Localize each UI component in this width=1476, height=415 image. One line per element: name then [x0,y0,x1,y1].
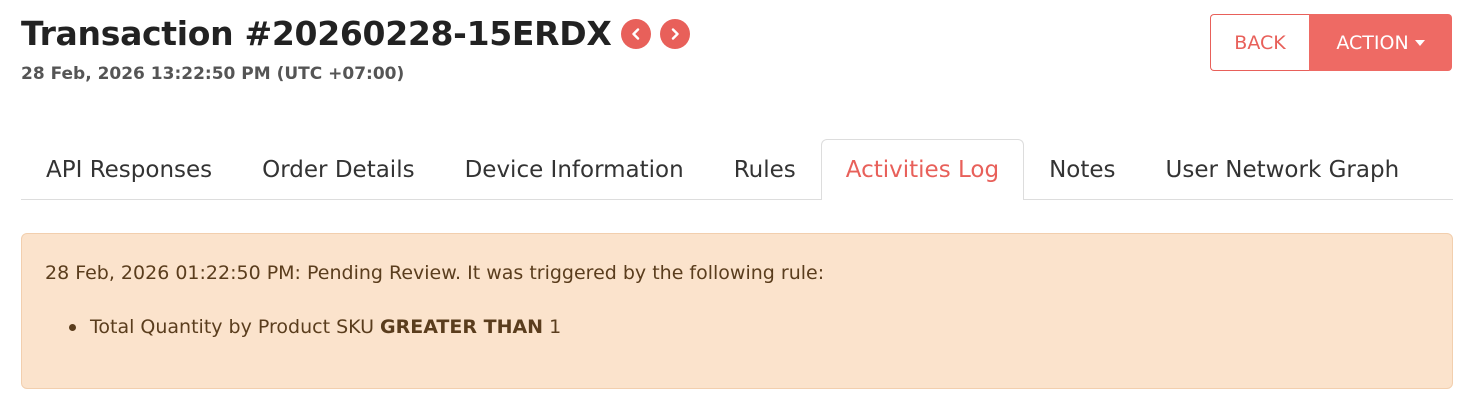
rule-operator: GREATER THAN [380,316,544,338]
triggered-rules-list: Total Quantity by Product SKU GREATER TH… [45,316,561,338]
previous-transaction-button[interactable] [621,19,652,49]
rule-value: 1 [549,316,562,338]
action-button-label: ACTION [1336,31,1409,54]
activity-log-entry: 28 Feb, 2026 01:22:50 PM: Pending Review… [21,233,1453,389]
caret-down-icon [1414,39,1425,46]
rule-field: Total Quantity by Product SKU [90,316,374,338]
transaction-timestamp: 28 Feb, 2026 13:22:50 PM (UTC +07:00) [21,64,405,84]
header-actions: BACK ACTION [1210,14,1452,71]
tab-api-responses[interactable]: API Responses [21,139,237,200]
tab-order-details[interactable]: Order Details [237,139,439,200]
transaction-header: Transaction #20260228-15ERDX 28 Feb, 202… [21,12,691,84]
action-dropdown-button[interactable]: ACTION [1309,14,1452,71]
tab-notes[interactable]: Notes [1024,139,1140,200]
title-row: Transaction #20260228-15ERDX [21,12,691,56]
triggered-rule-item: Total Quantity by Product SKU GREATER TH… [45,316,561,338]
tab-user-network-graph[interactable]: User Network Graph [1141,139,1425,200]
transaction-tabs: API Responses Order Details Device Infor… [21,139,1453,200]
tab-activities-log[interactable]: Activities Log [820,139,1025,200]
chevron-left-icon [632,28,640,40]
back-button[interactable]: BACK [1210,14,1309,71]
page-title: Transaction #20260228-15ERDX [21,14,612,53]
activity-message: 28 Feb, 2026 01:22:50 PM: Pending Review… [45,262,825,284]
tab-rules[interactable]: Rules [709,139,821,200]
next-transaction-button[interactable] [660,19,691,49]
tab-device-information[interactable]: Device Information [440,139,709,200]
chevron-right-icon [672,28,680,40]
bullet-icon [69,323,76,331]
